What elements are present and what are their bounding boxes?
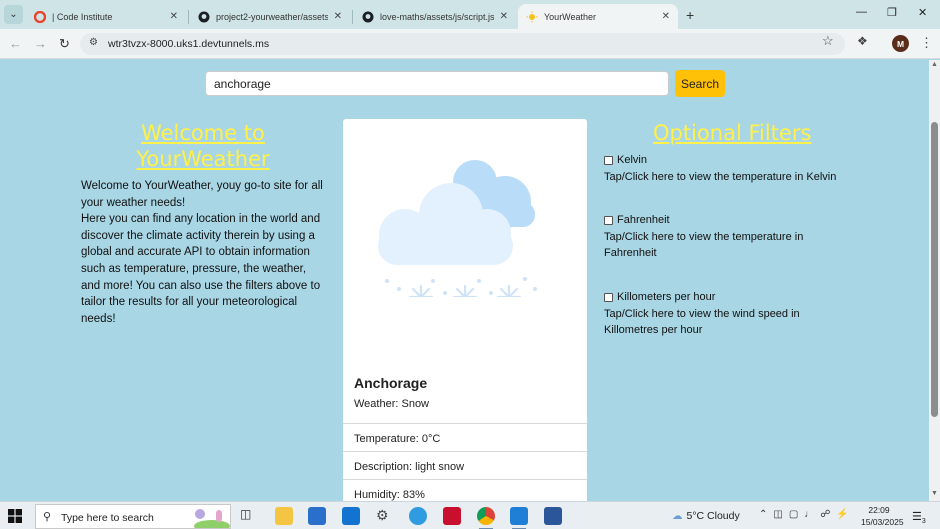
- tab-title: | Code Institute: [52, 11, 113, 22]
- notifications-icon[interactable]: ☰3: [912, 510, 926, 525]
- url-text: wtr3tvzx-8000.uks1.devtunnels.ms: [108, 38, 270, 50]
- close-tab-icon[interactable]: ✕: [500, 11, 508, 22]
- system-tray-icons[interactable]: ⌃◫▢♩☍⚡: [759, 509, 855, 520]
- close-tab-icon[interactable]: ✕: [334, 11, 342, 22]
- humidity-row: Humidity: 83%: [343, 479, 587, 501]
- fahrenheit-filter: Fahrenheit Tap/Click here to view the te…: [604, 212, 849, 262]
- windows-taskbar: ⚲ Type here to search ◫ ⚙ ☁ 5°C Cloudy ⌃◫…: [0, 501, 940, 529]
- taskbar-search-placeholder: Type here to search: [61, 512, 154, 524]
- city-name: Anchorage: [354, 375, 428, 391]
- new-tab-plus-icon[interactable]: +: [686, 7, 694, 23]
- chrome-icon[interactable]: [477, 507, 495, 525]
- extensions-puzzle-icon[interactable]: ❖: [857, 34, 868, 48]
- scroll-up-arrow-icon[interactable]: ▲: [931, 61, 938, 68]
- kmh-filter: Killometers per hour Tap/Click here to v…: [604, 289, 849, 339]
- fahrenheit-checkbox[interactable]: [604, 215, 613, 225]
- settings-gear-icon[interactable]: ⚙: [376, 507, 394, 525]
- file-explorer-icon[interactable]: [275, 507, 293, 525]
- tab-project2-github[interactable]: project2-yourweather/assets/js/ ✕: [190, 4, 350, 29]
- filters-heading: Optional Filters: [653, 121, 812, 145]
- store-icon[interactable]: [308, 507, 326, 525]
- page-scrollbar[interactable]: ▲ ▼: [929, 60, 940, 501]
- taskbar-weather-text: 5°C Cloudy: [686, 510, 740, 522]
- bookmark-star-icon[interactable]: ☆: [822, 33, 834, 49]
- vscode-icon[interactable]: [510, 507, 528, 525]
- weather-card: Anchorage Weather: Snow Temperature: 0°C…: [343, 119, 587, 501]
- taskbar-search-box[interactable]: ⚲ Type here to search: [35, 504, 231, 529]
- outlook-icon[interactable]: [342, 507, 360, 525]
- sun-icon: [526, 11, 538, 22]
- tab-search-chevron-icon[interactable]: ⌄: [4, 5, 23, 24]
- tab-title: YourWeather: [544, 11, 597, 22]
- description-row: Description: light snow: [343, 451, 587, 479]
- edge-icon[interactable]: [409, 507, 427, 525]
- site-info-icon[interactable]: ⚙: [89, 37, 98, 48]
- close-tab-icon[interactable]: ✕: [662, 11, 670, 22]
- github-icon: [362, 11, 374, 22]
- close-tab-icon[interactable]: ✕: [170, 11, 178, 22]
- kelvin-description: Tap/Click here to view the temperature i…: [604, 170, 837, 183]
- kelvin-checkbox[interactable]: [604, 155, 613, 165]
- city-search-input[interactable]: [205, 71, 669, 96]
- address-bar: ← → ↻ ⚙ wtr3tvzx-8000.uks1.devtunnels.ms…: [0, 29, 940, 59]
- scroll-thumb[interactable]: [931, 122, 938, 417]
- welcome-paragraph: Here you can find any location in the wo…: [81, 213, 321, 325]
- search-highlight-illustration-icon: [194, 509, 230, 528]
- github-icon: [198, 11, 210, 22]
- task-view-icon[interactable]: ◫: [240, 507, 258, 525]
- taskbar-weather-widget[interactable]: ☁ 5°C Cloudy: [672, 510, 740, 522]
- kmh-label[interactable]: Killometers per hour: [617, 289, 715, 306]
- fahrenheit-label[interactable]: Fahrenheit: [617, 212, 670, 229]
- tab-love-maths-github[interactable]: love-maths/assets/js/script.js at ✕: [354, 4, 516, 29]
- reload-icon[interactable]: ↻: [59, 36, 70, 52]
- temperature-row: Temperature: 0°C: [343, 423, 587, 451]
- weather-detail-list: Temperature: 0°C Description: light snow…: [343, 423, 587, 501]
- mcafee-icon[interactable]: [443, 507, 461, 525]
- restore-icon[interactable]: ❐: [887, 6, 897, 19]
- welcome-paragraph: Welcome to YourWeather, youy go-to site …: [81, 180, 323, 209]
- taskbar-clock[interactable]: 22:09 15/03/2025: [861, 504, 904, 528]
- kelvin-label[interactable]: Kelvin: [617, 152, 647, 169]
- back-arrow-icon[interactable]: ←: [9, 36, 22, 51]
- windows-start-icon[interactable]: [8, 509, 22, 523]
- tab-separator: [352, 10, 353, 24]
- notification-count: 3: [921, 518, 926, 526]
- clock-time: 22:09: [868, 505, 890, 515]
- kmh-description: Tap/Click here to view the wind speed in…: [604, 307, 800, 337]
- tab-code-institute[interactable]: | Code Institute ✕: [26, 4, 186, 29]
- word-icon[interactable]: [544, 507, 562, 525]
- clock-date: 15/03/2025: [861, 517, 904, 527]
- tab-bar: ⌄ | Code Institute ✕ project2-yourweathe…: [0, 0, 940, 29]
- kelvin-filter: Kelvin Tap/Click here to view the temper…: [604, 152, 849, 185]
- tab-title: project2-yourweather/assets/js/: [216, 11, 328, 22]
- search-button[interactable]: Search: [675, 70, 725, 97]
- weather-summary: Weather: Snow: [354, 398, 430, 410]
- url-bar[interactable]: ⚙ wtr3tvzx-8000.uks1.devtunnels.ms: [80, 33, 845, 55]
- welcome-description: Welcome to YourWeather, youy go-to site …: [81, 178, 326, 327]
- welcome-heading: Welcome to YourWeather: [136, 121, 270, 171]
- scroll-down-arrow-icon[interactable]: ▼: [931, 490, 938, 497]
- tab-separator: [188, 10, 189, 24]
- tab-yourweather[interactable]: YourWeather ✕: [518, 4, 678, 29]
- tab-title: love-maths/assets/js/script.js at: [380, 11, 494, 22]
- browser-menu-icon[interactable]: ⋮: [920, 35, 933, 51]
- snow-cloud-icon: [378, 160, 537, 297]
- page-viewport: Search Welcome to YourWeather Welcome to…: [0, 60, 929, 501]
- forward-arrow-icon[interactable]: →: [34, 36, 47, 51]
- fahrenheit-description: Tap/Click here to view the temperature i…: [604, 230, 804, 260]
- cloud-icon: ☁: [672, 510, 683, 522]
- close-window-icon[interactable]: ✕: [918, 6, 927, 19]
- kmh-checkbox[interactable]: [604, 292, 613, 302]
- search-icon: ⚲: [43, 511, 52, 523]
- minimize-icon[interactable]: —: [856, 6, 867, 18]
- profile-avatar[interactable]: M: [892, 35, 909, 52]
- code-institute-icon: [34, 10, 46, 23]
